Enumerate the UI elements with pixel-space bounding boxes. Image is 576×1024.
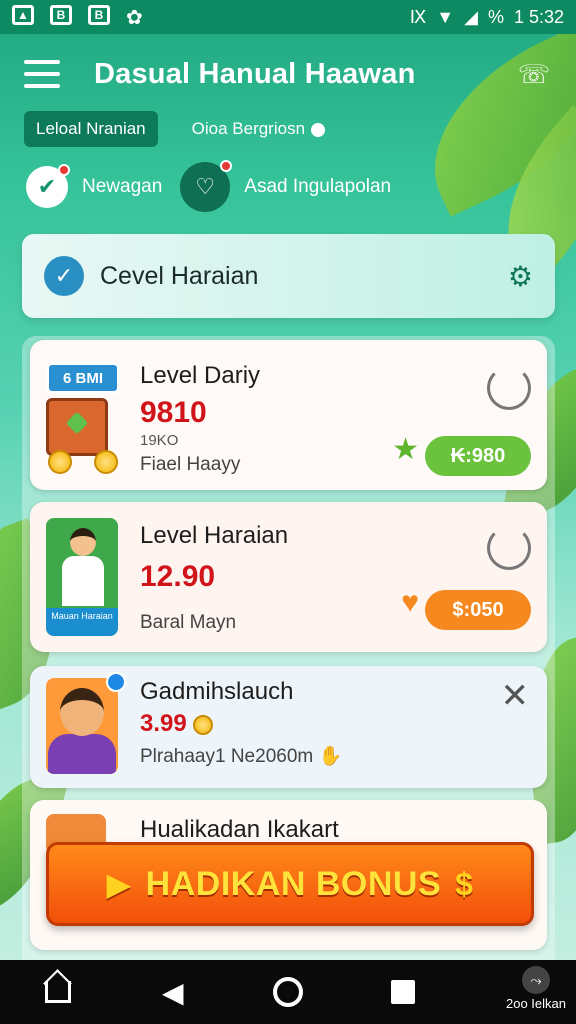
item-title: Level Haraian [140,522,289,549]
system-nav-bar: ◀ ⤳ 2oo Ielkan [0,960,576,1024]
hand-icon: ✋ [318,746,343,767]
status-bar: ▲ B B ✿ Ⅸ ▼ ◢ % 1 5:32 [0,0,576,34]
coin-icon [48,450,72,474]
close-icon[interactable]: ✕ [501,676,530,716]
item-footer-text: Plrahaay1 Ne2060m [140,746,314,767]
wifi-icon: ▼ [436,6,455,27]
notification-dot [220,160,233,172]
image-icon: ▲ [12,4,34,25]
b-icon: B [88,4,110,25]
vibrate-icon: Ⅸ [409,6,427,27]
item-amount: 3.99 [140,710,214,738]
shield-check-icon: ✓ [44,256,84,296]
refresh-icon[interactable] [487,366,531,410]
item-amount-value: 3.99 [140,710,187,737]
tab-leloal[interactable]: Leloal Nranian [24,111,158,147]
app-title: Dasual Hanual Haawan [94,57,416,90]
notification-dot [58,164,70,176]
location-icon [311,122,326,137]
assistant-icon: ⤳ [522,966,550,994]
quick-action-label: Newagan [82,176,163,197]
item-title: Hualikadan Ikakart [140,816,339,843]
list-item[interactable]: 6 BMI Level Dariy 9810 19KO Fiael Haayy … [30,340,547,490]
tab-label: Oioa Bergriosn [191,119,306,138]
heart-icon: ♡ [180,160,233,212]
check-icon: ✔ [26,164,70,208]
star-icon: ★ [392,433,419,466]
quick-action-label: Asad Ingulapolan [244,176,392,197]
nav-extra-label: 2oo Ielkan [506,996,566,1011]
signal-icon: ◢ [464,6,478,27]
coin-icon [94,450,118,474]
section-header: ✓ Cevel Haraian ⚙ [22,234,555,318]
clock: 1 5:32 [513,6,564,27]
treasure-chest-thumbnail: 6 BMI [46,362,122,474]
person-thumbnail: Mauan Haraian [46,518,118,636]
item-amount: 12.90 [140,560,216,593]
bonus-button[interactable]: ▶ HADIKAN BONUS $ [46,842,534,926]
gear-icon[interactable]: ⚙ [508,260,533,293]
claim-button[interactable]: ₭:980 [425,436,531,476]
item-footer: Plrahaay1 Ne2060m ✋ [140,744,342,768]
thumbnail-caption: Mauan Haraian [46,608,118,636]
item-title: Level Dariy [140,362,261,389]
dollar-coin-icon: $ [455,865,474,902]
item-footer: Fiael Haayy [140,454,241,475]
home-circle-icon[interactable] [264,968,312,1016]
item-amount: 9810 [140,396,207,429]
list-item[interactable]: Gadmihslauch 3.99 Plrahaay1 Ne2060m ✋ ✕ [30,666,547,788]
b-icon: B [50,4,72,25]
section-title: Cevel Haraian [100,261,259,290]
level-badge: 6 BMI [46,362,120,394]
quick-actions: ✔ Newagan ♡ Asad Ingulapolan [26,160,395,212]
play-arrow-icon: ▶ [106,866,132,902]
nav-extra[interactable]: ⤳ 2oo Ielkan [506,966,566,1011]
item-subtext: 19KO [140,432,179,449]
battery-indicator: % [487,6,504,27]
app-header: Dasual Hanual Haawan ☏ [0,34,576,114]
tab-bar: Leloal Nranian Oioa Bergriosn [24,111,337,147]
recents-icon[interactable] [379,968,427,1016]
item-footer: Baral Mayn [140,612,237,633]
chest-icon [46,398,108,456]
coin-icon [193,714,214,735]
claim-button[interactable]: $:050 [425,590,531,630]
tab-oioa[interactable]: Oioa Bergriosn [180,111,337,147]
list-item[interactable]: Mauan Haraian Level Haraian 12.90 Baral … [30,502,547,652]
quick-action-asad[interactable]: ♡ Asad Ingulapolan [180,160,392,212]
home-icon[interactable] [34,968,82,1016]
heart-check-icon: ♥ [401,586,419,619]
verified-icon [106,672,126,692]
menu-icon[interactable] [24,60,60,88]
bonus-label: HADIKAN BONUS [145,864,442,903]
person-illustration [62,528,104,608]
avatar [60,688,104,736]
avatar-thumbnail [46,678,118,774]
quick-action-newagan[interactable]: ✔ Newagan [26,164,163,208]
item-title: Gadmihslauch [140,678,294,705]
back-icon[interactable]: ◀ [149,968,197,1016]
phone-icon[interactable]: ☏ [516,56,552,92]
refresh-icon[interactable] [487,526,531,570]
clover-icon: ✿ [126,6,143,29]
